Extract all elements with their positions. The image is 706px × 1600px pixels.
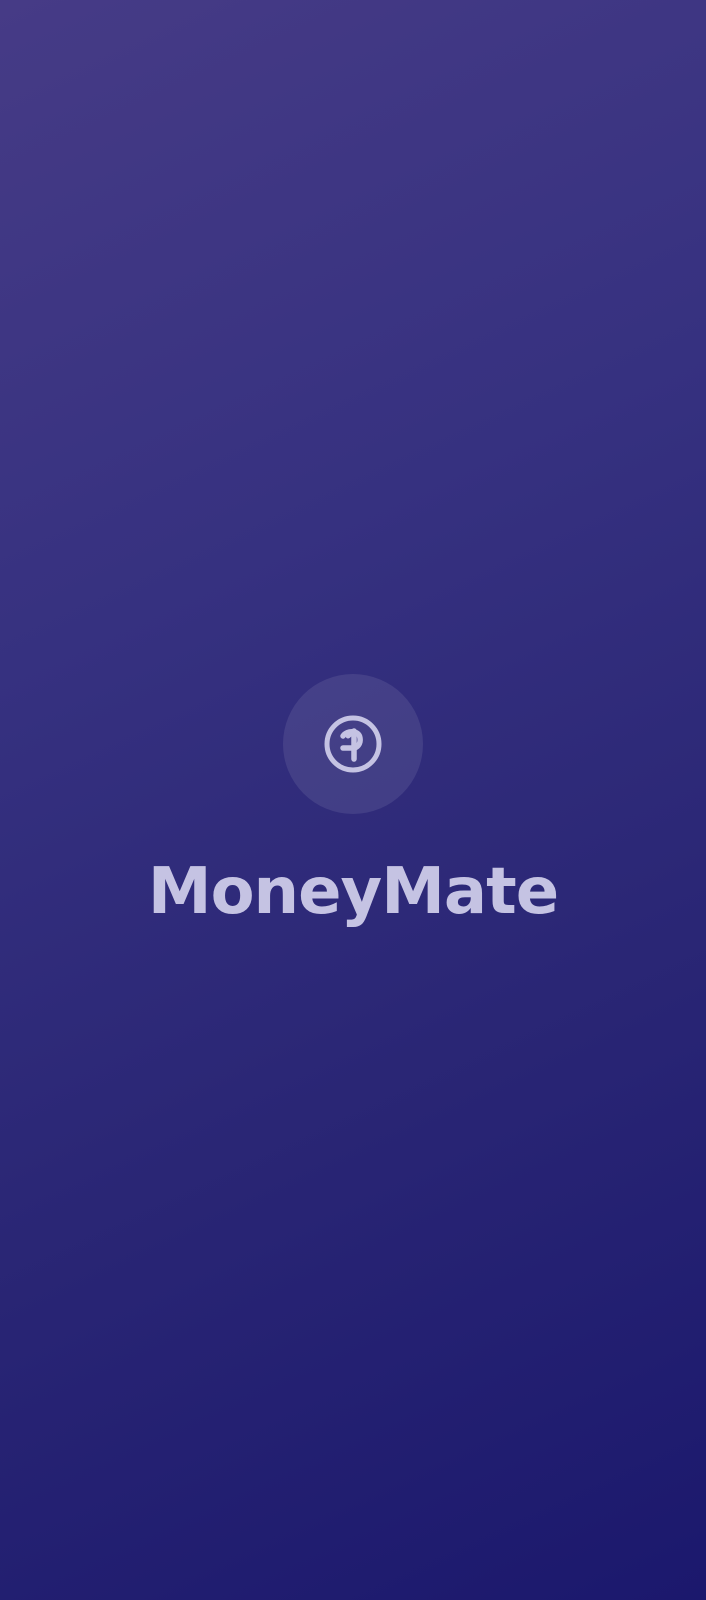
splash-screen: MoneyMate xyxy=(0,0,706,1600)
coin-icon xyxy=(324,715,382,773)
app-name: MoneyMate xyxy=(147,855,559,929)
app-logo xyxy=(283,674,423,814)
